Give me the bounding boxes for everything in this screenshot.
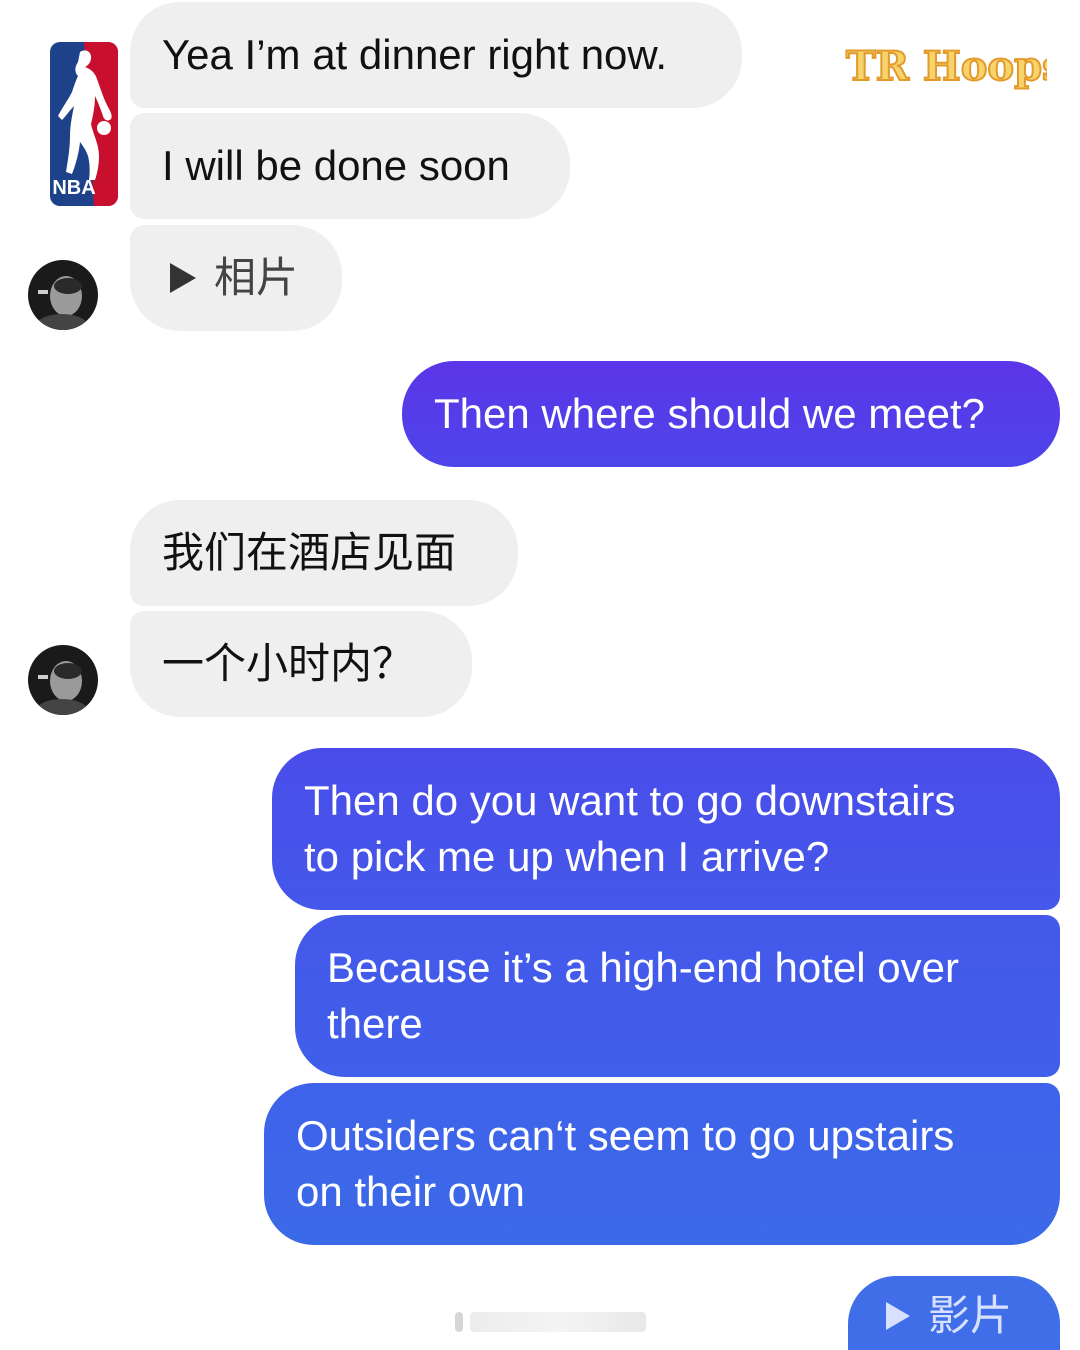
avatar-photo (28, 645, 98, 715)
incoming-message-bubble[interactable]: 一个小时内？ (130, 611, 472, 717)
message-line: Because it’s a high-end hotel over (327, 944, 959, 991)
redacted-bar (470, 1312, 646, 1332)
attachment-label: 影片 (928, 1292, 1013, 1339)
message-text: 一个小时内？ (162, 640, 415, 687)
message-line: there (327, 1000, 423, 1047)
outgoing-video-attachment[interactable]: 影片 (848, 1276, 1060, 1350)
message-text: 我们在酒店见面 (162, 529, 457, 576)
message-text: I will be done soon (162, 142, 510, 189)
message-text: Then where should we meet? (434, 390, 985, 437)
message-text: Yea I’m at dinner right now. (162, 31, 668, 78)
message-line: on their own (296, 1168, 525, 1215)
contact-avatar[interactable] (28, 260, 98, 330)
incoming-message-bubble[interactable]: I will be done soon (130, 113, 570, 219)
incoming-message-bubble[interactable]: Yea I’m at dinner right now. (130, 2, 742, 108)
outgoing-message-bubble[interactable]: Then do you want to go downstairs to pic… (272, 748, 1060, 910)
tr-hoops-watermark: TR Hoops (845, 42, 1047, 91)
watermark-text: TR Hoops (846, 43, 1047, 90)
redacted-bar (455, 1312, 463, 1332)
play-icon (886, 1302, 910, 1330)
message-line: Then do you want to go downstairs (304, 777, 956, 824)
nba-logo: NBA (50, 42, 118, 206)
outgoing-message-bubble[interactable]: Outsiders can‘t seem to go upstairs on t… (264, 1083, 1060, 1245)
attachment-label: 相片 (214, 254, 299, 301)
incoming-message-bubble[interactable]: 我们在酒店见面 (130, 500, 518, 606)
contact-avatar[interactable] (28, 645, 98, 715)
play-icon (170, 263, 196, 293)
nba-logo-text: NBA (52, 177, 95, 199)
outgoing-message-bubble[interactable]: Then where should we meet? (402, 361, 1060, 467)
incoming-photo-attachment[interactable]: 相片 (130, 225, 342, 331)
message-line: to pick me up when I arrive? (304, 833, 830, 880)
avatar-photo (28, 260, 98, 330)
outgoing-message-bubble[interactable]: Because it’s a high-end hotel over there (295, 915, 1060, 1077)
message-line: Outsiders can‘t seem to go upstairs (296, 1112, 955, 1159)
